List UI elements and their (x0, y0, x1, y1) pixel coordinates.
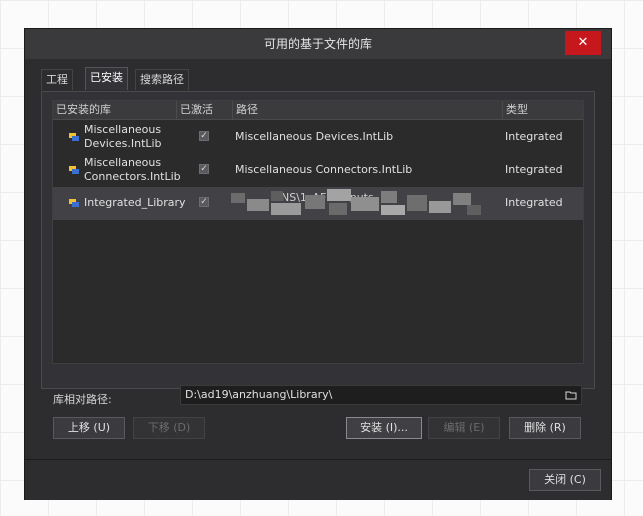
library-type: Integrated (505, 130, 563, 143)
redacted-path-mosaic (229, 187, 491, 220)
column-header-activated[interactable]: 已激活 (177, 101, 233, 119)
activated-checkbox[interactable]: ✓ (199, 197, 209, 207)
tab-project[interactable]: 工程 (41, 69, 73, 90)
library-name: Miscellaneous Devices.IntLib (84, 123, 162, 150)
library-path-field[interactable]: D:\ad19\anzhuang\Library\ (180, 385, 582, 405)
library-name: Integrated_Library (84, 196, 186, 209)
library-path-label: 库相对路径: (53, 393, 112, 406)
close-x-icon[interactable]: ✕ (565, 31, 601, 55)
move-down-button[interactable]: 下移 (D) (133, 417, 205, 439)
tab-installed[interactable]: 已安装 (85, 67, 128, 90)
integrated-library-icon (69, 199, 79, 207)
library-type: Integrated (505, 163, 563, 176)
tab-search-path[interactable]: 搜索路径 (135, 69, 189, 90)
library-type: Integrated (505, 196, 563, 209)
library-path-value: D:\ad19\anzhuang\Library\ (185, 388, 333, 401)
table-row[interactable]: Miscellaneous Devices.IntLib ✓ Miscellan… (53, 121, 583, 154)
table-row[interactable]: Integrated_Library ✓ NS\1_AF Outputs (53, 187, 583, 220)
activated-checkbox[interactable]: ✓ (199, 131, 209, 141)
library-name: Miscellaneous Connectors.IntLib (84, 156, 181, 183)
library-path: Miscellaneous Connectors.IntLib (235, 163, 413, 176)
library-table: 已安装的库 已激活 路径 类型 Miscellaneous Devices.In… (52, 100, 584, 364)
column-header-type[interactable]: 类型 (503, 101, 583, 119)
activated-checkbox[interactable]: ✓ (199, 164, 209, 174)
dialog-footer: 关闭 (C) (25, 459, 611, 500)
table-header: 已安装的库 已激活 路径 类型 (53, 101, 583, 120)
column-header-path[interactable]: 路径 (233, 101, 503, 119)
dialog-titlebar: 可用的基于文件的库 ✕ (25, 29, 611, 59)
installed-panel: 已安装的库 已激活 路径 类型 Miscellaneous Devices.In… (41, 91, 595, 389)
remove-button[interactable]: 删除 (R) (509, 417, 581, 439)
table-row[interactable]: Miscellaneous Connectors.IntLib ✓ Miscel… (53, 154, 583, 187)
integrated-library-icon (69, 133, 79, 141)
library-path: Miscellaneous Devices.IntLib (235, 130, 394, 143)
installed-libraries-dialog: 可用的基于文件的库 ✕ 工程 已安装 搜索路径 已安装的库 已激活 路径 类型 … (24, 28, 612, 500)
move-up-button[interactable]: 上移 (U) (53, 417, 125, 439)
edit-button[interactable]: 编辑 (E) (428, 417, 500, 439)
column-header-installed-lib[interactable]: 已安装的库 (53, 101, 177, 119)
close-button[interactable]: 关闭 (C) (529, 469, 601, 491)
folder-browse-icon[interactable] (565, 389, 577, 401)
install-button[interactable]: 安装 (I)... (346, 417, 422, 439)
integrated-library-icon (69, 166, 79, 174)
dialog-title: 可用的基于文件的库 (263, 37, 372, 51)
